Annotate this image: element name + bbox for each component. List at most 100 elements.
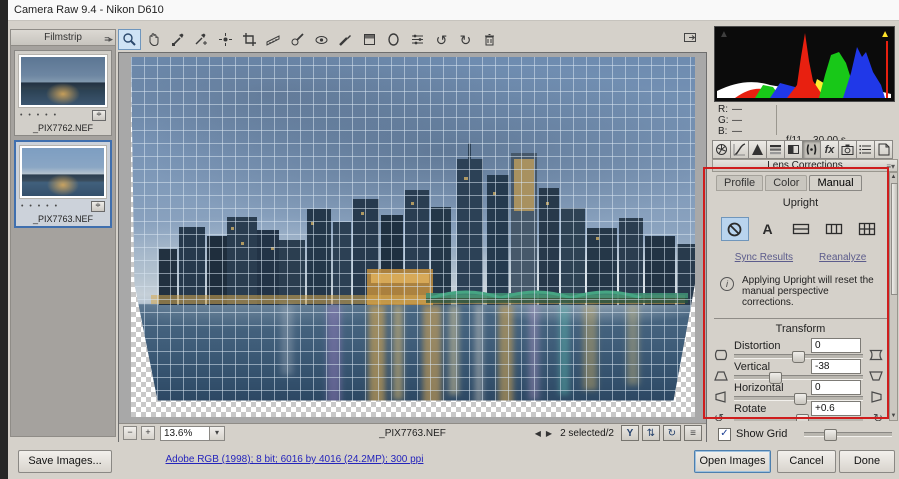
thumb-settings-icon: ≑: [92, 110, 106, 121]
horizontal-value-input[interactable]: 0: [811, 380, 861, 395]
lens-tab-color[interactable]: Color: [765, 175, 807, 191]
previous-image-button[interactable]: ◀: [534, 429, 542, 438]
show-grid-label: Show Grid: [736, 428, 787, 440]
toolbar: ↺↻: [118, 28, 707, 51]
cancel-button[interactable]: Cancel: [777, 450, 836, 473]
filmstrip-thumbnail-2[interactable]: • • • • •≑_PIX7763.NEF: [14, 140, 112, 228]
thumbnail-image: [22, 148, 104, 196]
histogram: ▲ ▲: [714, 26, 895, 102]
toggle-fullscreen-icon[interactable]: [681, 29, 699, 45]
radial-filter-tool[interactable]: [382, 29, 405, 50]
rotate-ccw-tool[interactable]: ↺: [430, 29, 453, 50]
scrollbar-thumb[interactable]: [891, 183, 898, 295]
filmstrip-thumbnail-1[interactable]: • • • • • ≑ _PIX7762.NEF: [14, 50, 112, 136]
crop-tool[interactable]: [238, 29, 261, 50]
g-value: —: [732, 115, 742, 126]
selection-count: 2 selected/2: [560, 428, 614, 439]
tab-effects[interactable]: fx: [820, 140, 838, 159]
open-images-button[interactable]: Open Images: [694, 450, 771, 473]
swap-before-after-button[interactable]: ⇅: [642, 425, 660, 441]
preferences-tool[interactable]: [406, 29, 429, 50]
preview-area: − + 13.6% ▾ _PIX7763.NEF ◀ ▶ 2 selected/…: [118, 52, 707, 442]
tab-snapshots[interactable]: [874, 140, 893, 159]
sync-results-link[interactable]: Sync Results: [735, 252, 793, 263]
preview-preferences-icon[interactable]: ≡: [684, 425, 702, 441]
tab-split-toning[interactable]: [784, 140, 802, 159]
rotate-increase-icon[interactable]: ↻: [873, 412, 883, 421]
rotate-decrease-icon[interactable]: ↺: [714, 412, 724, 421]
done-button[interactable]: Done: [839, 450, 895, 473]
thumbnail-image: [21, 57, 105, 105]
rotate-value-input[interactable]: +0.6: [811, 401, 861, 416]
zoom-tool[interactable]: [118, 29, 141, 50]
targeted-adjustment-tool[interactable]: [214, 29, 237, 50]
hand-tool[interactable]: [142, 29, 165, 50]
lens-tabs: ProfileColorManual: [712, 172, 889, 191]
transparency-checkerboard: [131, 57, 695, 417]
tab-basic[interactable]: [712, 140, 730, 159]
image-info: R:— G:— B:— f/11 30.00 s ISO 50 16-35@18…: [714, 103, 895, 138]
filmstrip-menu-icon[interactable]: ≡▸: [104, 32, 112, 47]
workflow-options[interactable]: Adobe RGB (1998); 8 bit; 6016 by 4016 (2…: [0, 454, 589, 465]
trash-tool[interactable]: [478, 29, 501, 50]
slider-row-rotate: ↺Rotate+0.6↻: [712, 401, 889, 421]
section-divider: [714, 318, 887, 319]
show-grid-row: ✓ Show Grid: [718, 426, 898, 442]
lens-corrections-panel: ProfileColorManual Upright A Sync Result…: [712, 172, 889, 421]
rotate-slider-thumb[interactable]: [796, 414, 809, 421]
b-value: —: [732, 126, 742, 137]
slider-row-distortion: Distortion0: [712, 338, 889, 359]
vertical-value-input[interactable]: -38: [811, 359, 861, 374]
adjustment-panel-tabs: fx: [712, 140, 898, 158]
before-after-views-button[interactable]: Y: [621, 425, 639, 441]
upright-warning-text: Applying Upright will reset the manual p…: [742, 275, 883, 308]
tab-hsl[interactable]: [766, 140, 784, 159]
adjustment-brush-tool[interactable]: [334, 29, 357, 50]
white-balance-tool[interactable]: [166, 29, 189, 50]
tab-tone-curve[interactable]: [730, 140, 748, 159]
transform-title: Transform: [712, 323, 889, 335]
filmstrip-header: Filmstrip ≡▸: [11, 30, 115, 46]
copy-settings-button[interactable]: ↻: [663, 425, 681, 441]
grid-spacing-slider[interactable]: [804, 432, 892, 437]
rotate-slider[interactable]: [734, 417, 863, 421]
rating-dots[interactable]: • • • • •: [21, 203, 59, 210]
info-icon: i: [720, 277, 734, 291]
rating-dots[interactable]: • • • • •: [20, 112, 58, 119]
photo-singapore-skyline: [131, 57, 695, 417]
window-edge-strip: [0, 0, 8, 479]
camera-raw-dialog: Camera Raw 9.4 - Nikon D610 Filmstrip ≡▸…: [0, 0, 899, 479]
straighten-tool[interactable]: [262, 29, 285, 50]
panel-scrollbar[interactable]: ▲ ▼: [889, 172, 898, 421]
upright-auto-button[interactable]: A: [754, 217, 782, 241]
tab-presets[interactable]: [856, 140, 874, 159]
color-sampler-tool[interactable]: [190, 29, 213, 50]
upright-off-button[interactable]: [721, 217, 749, 241]
distortion-value-input[interactable]: 0: [811, 338, 861, 353]
graduated-filter-tool[interactable]: [358, 29, 381, 50]
lens-tab-profile[interactable]: Profile: [716, 175, 763, 191]
show-grid-checkbox[interactable]: ✓: [718, 428, 731, 441]
filmstrip-panel: Filmstrip ≡▸ • • • • •≑_PIX7762.NEF• • •…: [10, 29, 116, 437]
reanalyze-link[interactable]: Reanalyze: [819, 252, 866, 263]
red-eye-tool[interactable]: [310, 29, 333, 50]
window-title: Camera Raw 9.4 - Nikon D610: [14, 4, 164, 16]
preview-canvas[interactable]: [119, 53, 706, 423]
lens-tab-manual[interactable]: Manual: [809, 175, 861, 191]
r-value: —: [732, 104, 742, 115]
tab-camera-calibration[interactable]: [838, 140, 856, 159]
upright-full-button[interactable]: [853, 217, 881, 241]
slider-row-vertical: Vertical-38: [712, 359, 889, 380]
spot-removal-tool[interactable]: [286, 29, 309, 50]
grid-spacing-thumb[interactable]: [824, 429, 837, 441]
next-image-button[interactable]: ▶: [545, 429, 553, 438]
tab-lens-corrections[interactable]: [802, 140, 820, 159]
tab-detail[interactable]: [748, 140, 766, 159]
rotate-cw-tool[interactable]: ↻: [454, 29, 477, 50]
thumb-settings-icon: ≑: [91, 201, 105, 212]
upright-level-button[interactable]: [787, 217, 815, 241]
upright-title: Upright: [712, 197, 889, 209]
thumbnail-filename: _PIX7762.NEF: [18, 123, 108, 133]
title-bar: Camera Raw 9.4 - Nikon D610: [8, 0, 899, 21]
upright-vertical-button[interactable]: [820, 217, 848, 241]
